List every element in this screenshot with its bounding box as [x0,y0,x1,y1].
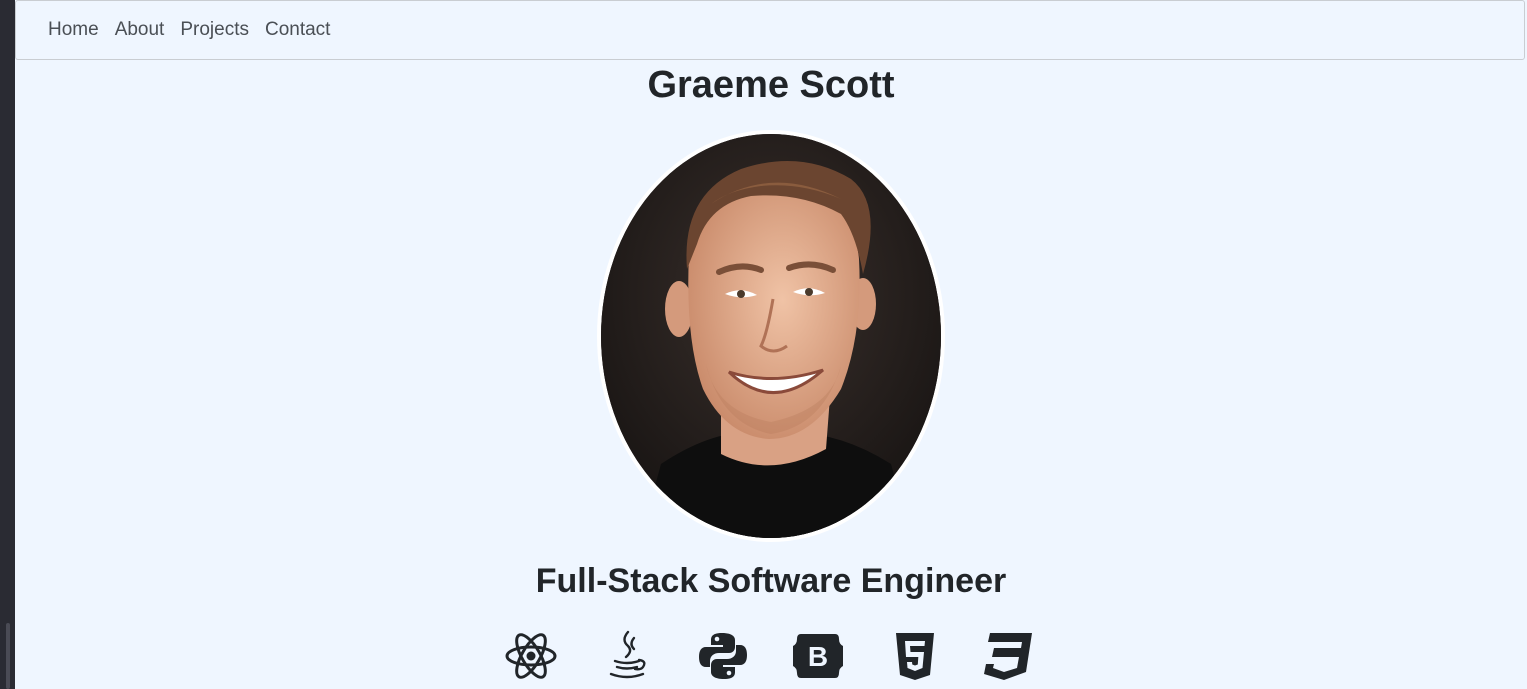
profile-photo [601,134,941,538]
svg-text:B: B [808,641,828,672]
nav-link-home[interactable]: Home [48,19,99,41]
react-icon [505,633,557,679]
scrollbar-thumb[interactable] [6,623,10,689]
nav-link-about[interactable]: About [115,19,165,41]
html5-icon [896,633,934,680]
css3-icon [984,633,1032,680]
nav-link-projects[interactable]: Projects [180,19,249,41]
bootstrap-icon: B [793,634,843,678]
profile-role: Full-Stack Software Engineer [535,562,1007,600]
window-edge [0,0,15,689]
navbar: Home About Projects Contact [15,0,1525,60]
profile-name: Graeme Scott [647,64,895,106]
java-icon [609,630,646,679]
profile-photo-frame [597,130,945,542]
portrait-illustration [601,134,941,538]
nav-link-contact[interactable]: Contact [265,19,330,41]
python-icon [699,633,747,679]
